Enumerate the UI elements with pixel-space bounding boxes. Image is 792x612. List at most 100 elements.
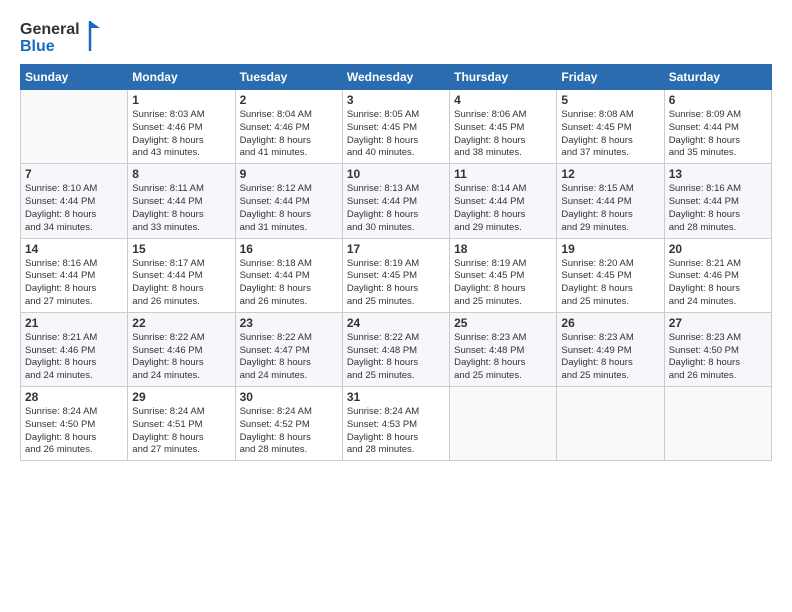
calendar-cell bbox=[21, 90, 128, 164]
weekday-header: Saturday bbox=[664, 65, 771, 90]
calendar-cell: 24Sunrise: 8:22 AMSunset: 4:48 PMDayligh… bbox=[342, 312, 449, 386]
day-info: Sunrise: 8:09 AMSunset: 4:44 PMDaylight:… bbox=[669, 109, 767, 160]
weekday-header-row: SundayMondayTuesdayWednesdayThursdayFrid… bbox=[21, 65, 772, 90]
day-number: 25 bbox=[454, 316, 552, 330]
weekday-header: Sunday bbox=[21, 65, 128, 90]
day-info: Sunrise: 8:10 AMSunset: 4:44 PMDaylight:… bbox=[25, 183, 123, 234]
day-number: 6 bbox=[669, 93, 767, 107]
day-info: Sunrise: 8:15 AMSunset: 4:44 PMDaylight:… bbox=[561, 183, 659, 234]
weekday-header: Monday bbox=[128, 65, 235, 90]
day-info: Sunrise: 8:21 AMSunset: 4:46 PMDaylight:… bbox=[669, 258, 767, 309]
calendar-cell: 26 Sunrise: 8:23 AMSunset: 4:49 PMDayligh… bbox=[557, 312, 664, 386]
day-info: Sunrise: 8:21 AMSunset: 4:46 PMDaylight:… bbox=[25, 332, 123, 383]
weekday-header: Wednesday bbox=[342, 65, 449, 90]
day-number: 7 bbox=[25, 167, 123, 181]
calendar-cell bbox=[450, 387, 557, 461]
calendar-cell bbox=[664, 387, 771, 461]
day-number: 5 bbox=[561, 93, 659, 107]
day-number: 8 bbox=[132, 167, 230, 181]
day-number: 19 bbox=[561, 242, 659, 256]
day-info: Sunrise: 8:23 AMSunset: 4:50 PMDaylight:… bbox=[669, 332, 767, 383]
day-number: 1 bbox=[132, 93, 230, 107]
day-info: Sunrise: 8:24 AMSunset: 4:52 PMDaylight:… bbox=[240, 406, 338, 457]
day-info: Sunrise: 8:03 AMSunset: 4:46 PMDaylight:… bbox=[132, 109, 230, 160]
header: GeneralBlue bbox=[20, 16, 772, 56]
day-info: Sunrise: 8:14 AMSunset: 4:44 PMDaylight:… bbox=[454, 183, 552, 234]
calendar-cell: 19 Sunrise: 8:20 AMSunset: 4:45 PMDayligh… bbox=[557, 238, 664, 312]
day-number: 4 bbox=[454, 93, 552, 107]
calendar-cell: 25 Sunrise: 8:23 AMSunset: 4:48 PMDayligh… bbox=[450, 312, 557, 386]
day-info: Sunrise: 8:12 AMSunset: 4:44 PMDaylight:… bbox=[240, 183, 338, 234]
calendar-week-row: 28 Sunrise: 8:24 AMSunset: 4:50 PMDayligh… bbox=[21, 387, 772, 461]
day-info: Sunrise: 8:13 AMSunset: 4:44 PMDaylight:… bbox=[347, 183, 445, 234]
day-number: 21 bbox=[25, 316, 123, 330]
day-info: Sunrise: 8:20 AMSunset: 4:45 PMDaylight:… bbox=[561, 258, 659, 309]
day-number: 15 bbox=[132, 242, 230, 256]
day-number: 31 bbox=[347, 390, 445, 404]
day-number: 2 bbox=[240, 93, 338, 107]
day-info: Sunrise: 8:08 AMSunset: 4:45 PMDaylight:… bbox=[561, 109, 659, 160]
day-number: 30 bbox=[240, 390, 338, 404]
calendar-cell bbox=[557, 387, 664, 461]
calendar-week-row: 14Sunrise: 8:16 AMSunset: 4:44 PMDayligh… bbox=[21, 238, 772, 312]
day-number: 26 bbox=[561, 316, 659, 330]
svg-text:General: General bbox=[20, 21, 80, 38]
weekday-header: Tuesday bbox=[235, 65, 342, 90]
day-number: 28 bbox=[25, 390, 123, 404]
day-info: Sunrise: 8:19 AMSunset: 4:45 PMDaylight:… bbox=[454, 258, 552, 309]
day-number: 10 bbox=[347, 167, 445, 181]
day-number: 20 bbox=[669, 242, 767, 256]
calendar-cell: 23 Sunrise: 8:22 AMSunset: 4:47 PMDayligh… bbox=[235, 312, 342, 386]
day-info: Sunrise: 8:22 AMSunset: 4:46 PMDaylight:… bbox=[132, 332, 230, 383]
calendar-cell: 9Sunrise: 8:12 AMSunset: 4:44 PMDaylight… bbox=[235, 164, 342, 238]
day-info: Sunrise: 8:11 AMSunset: 4:44 PMDaylight:… bbox=[132, 183, 230, 234]
day-info: Sunrise: 8:05 AMSunset: 4:45 PMDaylight:… bbox=[347, 109, 445, 160]
day-info: Sunrise: 8:24 AMSunset: 4:53 PMDaylight:… bbox=[347, 406, 445, 457]
calendar-cell: 21 Sunrise: 8:21 AMSunset: 4:46 PMDayligh… bbox=[21, 312, 128, 386]
day-number: 17 bbox=[347, 242, 445, 256]
calendar-cell: 10 Sunrise: 8:13 AMSunset: 4:44 PMDayligh… bbox=[342, 164, 449, 238]
calendar-cell: 12 Sunrise: 8:15 AMSunset: 4:44 PMDayligh… bbox=[557, 164, 664, 238]
day-number: 11 bbox=[454, 167, 552, 181]
day-number: 12 bbox=[561, 167, 659, 181]
calendar-cell: 18 Sunrise: 8:19 AMSunset: 4:45 PMDayligh… bbox=[450, 238, 557, 312]
day-number: 18 bbox=[454, 242, 552, 256]
day-info: Sunrise: 8:17 AMSunset: 4:44 PMDaylight:… bbox=[132, 258, 230, 309]
calendar-cell: 31 Sunrise: 8:24 AMSunset: 4:53 PMDayligh… bbox=[342, 387, 449, 461]
weekday-header: Thursday bbox=[450, 65, 557, 90]
day-number: 24 bbox=[347, 316, 445, 330]
logo-svg: GeneralBlue bbox=[20, 16, 110, 56]
calendar-container: GeneralBlue SundayMondayTuesdayWednesday… bbox=[0, 0, 792, 612]
calendar-cell: 11 Sunrise: 8:14 AMSunset: 4:44 PMDayligh… bbox=[450, 164, 557, 238]
day-number: 29 bbox=[132, 390, 230, 404]
day-info: Sunrise: 8:16 AMSunset: 4:44 PMDaylight:… bbox=[25, 258, 123, 309]
calendar-cell: 2 Sunrise: 8:04 AMSunset: 4:46 PMDaylight… bbox=[235, 90, 342, 164]
calendar-cell: 17Sunrise: 8:19 AMSunset: 4:45 PMDayligh… bbox=[342, 238, 449, 312]
day-info: Sunrise: 8:23 AMSunset: 4:49 PMDaylight:… bbox=[561, 332, 659, 383]
calendar-table: SundayMondayTuesdayWednesdayThursdayFrid… bbox=[20, 64, 772, 461]
day-info: Sunrise: 8:16 AMSunset: 4:44 PMDaylight:… bbox=[669, 183, 767, 234]
svg-text:Blue: Blue bbox=[20, 38, 55, 55]
day-number: 22 bbox=[132, 316, 230, 330]
day-number: 13 bbox=[669, 167, 767, 181]
weekday-header: Friday bbox=[557, 65, 664, 90]
day-info: Sunrise: 8:24 AMSunset: 4:50 PMDaylight:… bbox=[25, 406, 123, 457]
calendar-cell: 7 Sunrise: 8:10 AMSunset: 4:44 PMDaylight… bbox=[21, 164, 128, 238]
calendar-cell: 16Sunrise: 8:18 AMSunset: 4:44 PMDayligh… bbox=[235, 238, 342, 312]
calendar-cell: 27 Sunrise: 8:23 AMSunset: 4:50 PMDayligh… bbox=[664, 312, 771, 386]
day-info: Sunrise: 8:23 AMSunset: 4:48 PMDaylight:… bbox=[454, 332, 552, 383]
logo: GeneralBlue bbox=[20, 16, 110, 56]
calendar-week-row: 21 Sunrise: 8:21 AMSunset: 4:46 PMDayligh… bbox=[21, 312, 772, 386]
day-info: Sunrise: 8:24 AMSunset: 4:51 PMDaylight:… bbox=[132, 406, 230, 457]
day-number: 23 bbox=[240, 316, 338, 330]
calendar-cell: 29 Sunrise: 8:24 AMSunset: 4:51 PMDayligh… bbox=[128, 387, 235, 461]
calendar-cell: 22 Sunrise: 8:22 AMSunset: 4:46 PMDayligh… bbox=[128, 312, 235, 386]
calendar-cell: 20 Sunrise: 8:21 AMSunset: 4:46 PMDayligh… bbox=[664, 238, 771, 312]
day-number: 27 bbox=[669, 316, 767, 330]
calendar-cell: 14Sunrise: 8:16 AMSunset: 4:44 PMDayligh… bbox=[21, 238, 128, 312]
calendar-cell: 13 Sunrise: 8:16 AMSunset: 4:44 PMDayligh… bbox=[664, 164, 771, 238]
calendar-cell: 28 Sunrise: 8:24 AMSunset: 4:50 PMDayligh… bbox=[21, 387, 128, 461]
calendar-cell: 5 Sunrise: 8:08 AMSunset: 4:45 PMDaylight… bbox=[557, 90, 664, 164]
day-info: Sunrise: 8:04 AMSunset: 4:46 PMDaylight:… bbox=[240, 109, 338, 160]
day-info: Sunrise: 8:22 AMSunset: 4:47 PMDaylight:… bbox=[240, 332, 338, 383]
